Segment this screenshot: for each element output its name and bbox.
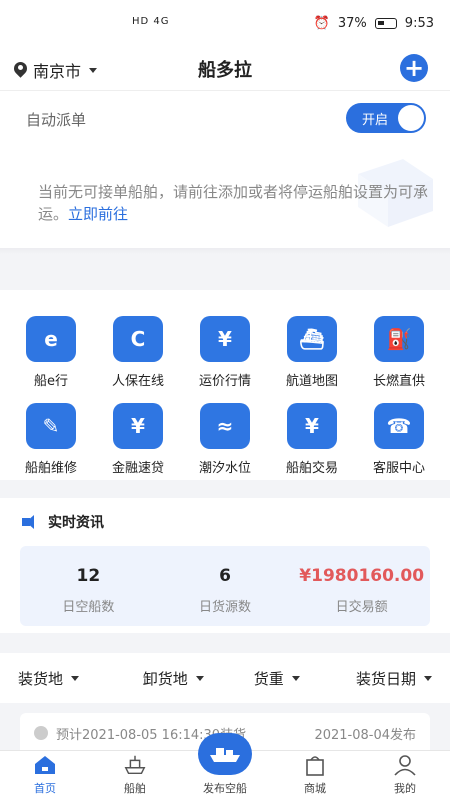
news-header: 实时资讯 [22, 512, 104, 532]
feature-waterway-map[interactable]: ⛴ 航道地图 [269, 316, 356, 389]
divider [0, 248, 450, 254]
home-icon [33, 754, 57, 776]
feature-customer-service[interactable]: ☎ 客服中心 [356, 403, 443, 476]
feature-label: 客服中心 [372, 461, 425, 476]
chevron-down-icon [291, 675, 300, 681]
nav-label: 首页 [34, 782, 56, 795]
app-screen: HD 4G ⏰ 37% 9:53 南京市 船多拉 + 自动派单 开启 当前无可接… [0, 0, 450, 800]
feature-label: 船e行 [34, 374, 68, 389]
filter-cargo-weight[interactable]: 货重 [225, 668, 329, 689]
stat-value: ¥1980160.00 [299, 566, 425, 586]
stat-value: 12 [76, 566, 101, 586]
toggle-knob [398, 105, 424, 131]
filter-bar: 装货地 卸货地 货重 装货日期 [0, 653, 450, 703]
cargo-ship-icon: ⛴ [287, 316, 337, 362]
cargo-ship-icon [210, 748, 240, 762]
feature-insurance[interactable]: C 人保在线 [95, 316, 182, 389]
plus-icon: + [403, 54, 425, 82]
feature-ship-trading[interactable]: ¥ 船舶交易 [269, 403, 356, 476]
auto-dispatch-label: 自动派单 [26, 111, 87, 129]
price-hand-icon: ¥ [200, 316, 250, 362]
fuel-icon: ⛽ [374, 316, 424, 362]
filter-loading-date[interactable]: 装货日期 [329, 668, 432, 689]
battery-icon [374, 18, 397, 29]
feature-label: 航道地图 [285, 374, 338, 389]
feature-grid-items: e 船e行 C 人保在线 ¥ 运价行情 ⛴ 航道地图 ⛽ 长燃直供 ✎ 船舶维修 [0, 316, 450, 476]
filter-label: 卸货地 [142, 669, 188, 688]
chevron-down-icon [424, 675, 432, 681]
speaker-icon [22, 515, 40, 529]
clock-time: 9:53 [404, 16, 434, 31]
feature-label: 金融速贷 [111, 461, 164, 476]
status-right: ⏰ 37% 9:53 [314, 16, 434, 31]
stat-value: 6 [219, 566, 231, 586]
tools-icon: ✎ [26, 403, 76, 449]
auto-dispatch-card: 自动派单 开启 当前无可接单船舶，请前往添加或者将停运船舶设置为可承运。立即前往 [0, 90, 450, 248]
exchange-icon: ¥ [287, 403, 337, 449]
support-agent-icon: ☎ [374, 403, 424, 449]
filter-label: 装货日期 [355, 669, 416, 688]
filter-unloading-port[interactable]: 卸货地 [122, 668, 226, 689]
feature-ship-repair[interactable]: ✎ 船舶维修 [8, 403, 95, 476]
nav-label: 商城 [304, 782, 326, 795]
filter-label: 货重 [253, 669, 284, 688]
no-ships-message: 当前无可接单船舶，请前往添加或者将停运船舶设置为可承运。立即前往 [38, 181, 438, 225]
stat-label: 日交易额 [335, 600, 388, 615]
insurance-icon: C [113, 316, 163, 362]
alarm-icon: ⏰ [313, 16, 330, 31]
feature-fuel-supply[interactable]: ⛽ 长燃直供 [356, 316, 443, 389]
nav-home[interactable]: 首页 [0, 751, 90, 800]
feature-label: 船舶交易 [285, 461, 338, 476]
clock-icon [34, 726, 48, 740]
add-button[interactable]: + [400, 54, 428, 82]
go-now-link[interactable]: 立即前往 [68, 205, 128, 223]
news-title: 实时资讯 [48, 515, 104, 531]
network-indicator: HD 4G [132, 16, 170, 27]
app-header: 南京市 船多拉 + [0, 46, 450, 90]
filter-label: 装货地 [18, 669, 64, 688]
filter-loading-port[interactable]: 装货地 [18, 668, 122, 689]
ship-icon [123, 754, 147, 776]
nav-me[interactable]: 我的 [360, 751, 450, 800]
nav-ships[interactable]: 船舶 [90, 751, 180, 800]
chevron-down-icon [195, 675, 204, 681]
stat-trade-volume: ¥1980160.00 日交易额 [293, 546, 430, 626]
page-title: 船多拉 [198, 60, 252, 81]
toggle-label: 开启 [362, 113, 389, 128]
stat-label: 日货源数 [199, 600, 252, 615]
nav-label: 发布空船 [203, 782, 247, 795]
stat-cargo-sources: 6 日货源数 [157, 546, 294, 626]
feature-ship-e-go[interactable]: e 船e行 [8, 316, 95, 389]
money-hand-icon: ¥ [113, 403, 163, 449]
nav-label: 我的 [394, 782, 416, 795]
feature-label: 运价行情 [198, 374, 251, 389]
auto-dispatch-toggle[interactable]: 开启 [346, 103, 426, 133]
nav-mall[interactable]: 商城 [270, 751, 360, 800]
battery-percent: 37% [337, 16, 367, 31]
feature-label: 船舶维修 [24, 461, 77, 476]
feature-fast-loan[interactable]: ¥ 金融速贷 [95, 403, 182, 476]
bottom-nav: 首页 船舶 发布空船 商城 我的 [0, 733, 450, 800]
feature-label: 人保在线 [111, 374, 164, 389]
user-icon [393, 754, 417, 776]
feature-label: 长燃直供 [372, 374, 425, 389]
shopping-bag-icon [303, 754, 327, 776]
feature-label: 潮汐水位 [198, 461, 251, 476]
nav-publish-empty-ship[interactable]: 发布空船 [180, 733, 270, 800]
feature-tide-level[interactable]: ≈ 潮汐水位 [182, 403, 269, 476]
nav-label: 船舶 [124, 782, 146, 795]
daily-stats: 12 日空船数 6 日货源数 ¥1980160.00 日交易额 [20, 546, 430, 626]
publish-ship-button[interactable] [198, 733, 252, 775]
e-browser-icon: e [26, 316, 76, 362]
stat-label: 日空船数 [62, 600, 115, 615]
listing-publish-date: 2021-08-04发布 [314, 727, 416, 743]
status-bar: HD 4G ⏰ 37% 9:53 [0, 0, 450, 46]
chevron-down-icon [71, 675, 80, 681]
feature-grid: e 船e行 C 人保在线 ¥ 运价行情 ⛴ 航道地图 ⛽ 长燃直供 ✎ 船舶维修 [0, 290, 450, 480]
water-level-icon: ≈ [200, 403, 250, 449]
stat-empty-ships: 12 日空船数 [20, 546, 157, 626]
realtime-news-card: 实时资讯 12 日空船数 6 日货源数 ¥1980160.00 日交易额 [0, 498, 450, 633]
feature-freight-rates[interactable]: ¥ 运价行情 [182, 316, 269, 389]
